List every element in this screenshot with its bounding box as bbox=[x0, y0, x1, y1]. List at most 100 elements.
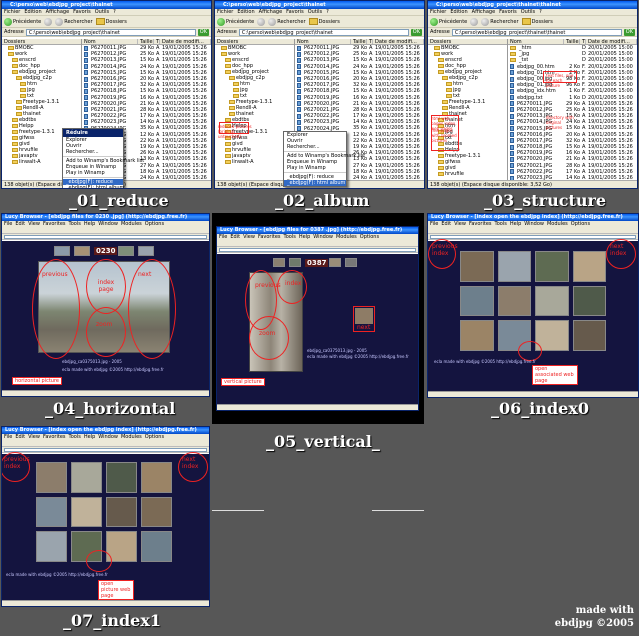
index-thumbnail[interactable] bbox=[572, 285, 606, 317]
index-thumbnail[interactable] bbox=[497, 285, 531, 317]
index-thumbnail[interactable] bbox=[71, 496, 102, 528]
search-button[interactable]: Rechercher bbox=[268, 17, 306, 26]
menu-item-0[interactable]: Fichier bbox=[4, 9, 20, 15]
menu-item-5[interactable]: ? bbox=[326, 9, 329, 15]
col-date[interactable]: Date de modifi... bbox=[373, 39, 424, 44]
go-button[interactable]: OK bbox=[410, 28, 422, 36]
browser-menu-item-3[interactable]: Favorites bbox=[258, 234, 281, 240]
context-menu-item[interactable]: Rechercher... bbox=[284, 144, 346, 150]
menu-item-1[interactable]: Edition bbox=[237, 9, 254, 15]
index-thumbnail[interactable] bbox=[460, 285, 494, 317]
browser-menu-item-8[interactable]: Options bbox=[145, 221, 164, 227]
col-name[interactable]: Nom bbox=[508, 39, 564, 44]
index-thumbnail[interactable] bbox=[460, 320, 494, 351]
browser-menu-item-1[interactable]: Edit bbox=[15, 434, 25, 440]
back-button[interactable]: Précédente bbox=[4, 17, 41, 26]
browser-menu-item-7[interactable]: Modules bbox=[121, 221, 142, 227]
browser-menu-item-6[interactable]: Window bbox=[313, 234, 333, 240]
col-name[interactable]: Nom bbox=[295, 39, 351, 44]
index-thumbnail[interactable] bbox=[106, 496, 137, 528]
back-button[interactable]: Précédente bbox=[430, 17, 467, 26]
folders-button[interactable]: Dossiers bbox=[521, 18, 553, 25]
browser-menu-item-3[interactable]: Favorites bbox=[469, 221, 492, 227]
back-button[interactable]: Précédente bbox=[217, 17, 254, 26]
col-date[interactable]: Date de modifi... bbox=[160, 39, 211, 44]
browser-menu-item-8[interactable]: Options bbox=[571, 221, 590, 227]
browser-menu-item-7[interactable]: Modules bbox=[336, 234, 357, 240]
browser-menu-item-4[interactable]: Tools bbox=[284, 234, 296, 240]
menu-item-4[interactable]: Outils bbox=[95, 9, 109, 15]
col-date[interactable]: Date de modifi... bbox=[586, 39, 637, 44]
address-input[interactable]: C:\perso\web\ebdjpg_project\thainet bbox=[25, 28, 196, 36]
menu-item-3[interactable]: Favoris bbox=[73, 9, 91, 15]
index-thumbnail[interactable] bbox=[460, 251, 494, 282]
folders-button[interactable]: Dossiers bbox=[95, 18, 127, 25]
col-size[interactable]: Taille bbox=[564, 39, 580, 44]
menu-item-1[interactable]: Edition bbox=[24, 9, 41, 15]
browser-menu-item-4[interactable]: Tools bbox=[69, 221, 81, 227]
tree-item[interactable]: hrvufile bbox=[428, 171, 507, 177]
menu-item-5[interactable]: ? bbox=[113, 9, 116, 15]
forward-icon[interactable] bbox=[470, 17, 479, 26]
go-button[interactable]: OK bbox=[197, 28, 209, 36]
index-thumbnail[interactable] bbox=[572, 251, 606, 282]
browser-menu-item-4[interactable]: Tools bbox=[495, 221, 507, 227]
browser-menu-item-7[interactable]: Modules bbox=[547, 221, 568, 227]
index-thumbnail[interactable] bbox=[535, 285, 569, 317]
browser-menu-item-0[interactable]: File bbox=[430, 221, 438, 227]
browser-menu-item-5[interactable]: Help bbox=[84, 221, 95, 227]
menu-item-5[interactable]: ? bbox=[539, 9, 542, 15]
index-thumbnail[interactable] bbox=[572, 320, 606, 351]
browser-menu-item-3[interactable]: Favorites bbox=[43, 221, 66, 227]
forward-icon[interactable] bbox=[44, 17, 53, 26]
context-menu-item[interactable]: Play in Winamp bbox=[63, 170, 123, 176]
col-size[interactable]: Taille bbox=[351, 39, 367, 44]
index-thumbnail[interactable] bbox=[36, 531, 67, 562]
browser-menu-item-2[interactable]: View bbox=[454, 221, 466, 227]
browser-menu-item-1[interactable]: Edit bbox=[441, 221, 451, 227]
browser-menu-item-6[interactable]: Window bbox=[98, 434, 118, 440]
context-menu-item[interactable]: _ebdjpg(F): html album bbox=[284, 180, 346, 186]
browser-menu-item-0[interactable]: File bbox=[4, 434, 12, 440]
index-thumbnail[interactable] bbox=[141, 531, 172, 562]
col-size[interactable]: Taille bbox=[138, 39, 154, 44]
zone-open-picture[interactable] bbox=[86, 550, 112, 572]
menu-item-2[interactable]: Affichage bbox=[259, 9, 283, 15]
browser-url-bar[interactable] bbox=[2, 234, 209, 240]
next-thumbnail[interactable] bbox=[355, 308, 373, 324]
index-thumbnail[interactable] bbox=[106, 462, 137, 493]
index-thumbnail[interactable] bbox=[141, 496, 172, 528]
menu-item-2[interactable]: Affichage bbox=[472, 9, 496, 15]
menu-item-4[interactable]: Outils bbox=[521, 9, 535, 15]
index-thumbnail[interactable] bbox=[141, 462, 172, 493]
browser-menu-item-5[interactable]: Help bbox=[299, 234, 310, 240]
browser-menu-item-2[interactable]: View bbox=[28, 434, 40, 440]
zone-zoom[interactable] bbox=[249, 316, 289, 360]
index-thumbnail[interactable] bbox=[36, 496, 67, 528]
thumb-prev[interactable] bbox=[273, 258, 285, 267]
address-input[interactable]: C:\perso\web\ebdjpg_project\thainet\thai… bbox=[451, 28, 622, 36]
search-button[interactable]: Rechercher bbox=[55, 17, 93, 26]
index-thumbnail[interactable] bbox=[71, 462, 102, 493]
menu-item-0[interactable]: Fichier bbox=[217, 9, 233, 15]
thumb-next[interactable] bbox=[118, 246, 134, 256]
col-name[interactable]: Nom bbox=[82, 39, 138, 44]
browser-menu-item-0[interactable]: File bbox=[4, 221, 12, 227]
context-menu-item[interactable]: Rechercher... bbox=[63, 149, 123, 155]
context-menu-item[interactable]: _ebdjpg(F): html album bbox=[63, 185, 124, 188]
browser-url-bar[interactable] bbox=[217, 247, 418, 253]
thumb-prev[interactable] bbox=[54, 246, 70, 256]
menu-item-1[interactable]: Edition bbox=[450, 9, 467, 15]
index-thumbnail[interactable] bbox=[497, 251, 531, 282]
search-button[interactable]: Rechercher bbox=[481, 17, 519, 26]
index-thumbnail[interactable] bbox=[535, 251, 569, 282]
menu-item-3[interactable]: Favoris bbox=[286, 9, 304, 15]
menu-item-3[interactable]: Favoris bbox=[499, 9, 517, 15]
browser-menu-item-8[interactable]: Options bbox=[360, 234, 379, 240]
menu-item-0[interactable]: Fichier bbox=[430, 9, 446, 15]
browser-menu-item-5[interactable]: Help bbox=[84, 434, 95, 440]
index-thumbnail[interactable] bbox=[36, 462, 67, 493]
browser-menu-item-5[interactable]: Help bbox=[510, 221, 521, 227]
thumb-prev2[interactable] bbox=[289, 258, 301, 267]
menu-item-2[interactable]: Affichage bbox=[46, 9, 70, 15]
